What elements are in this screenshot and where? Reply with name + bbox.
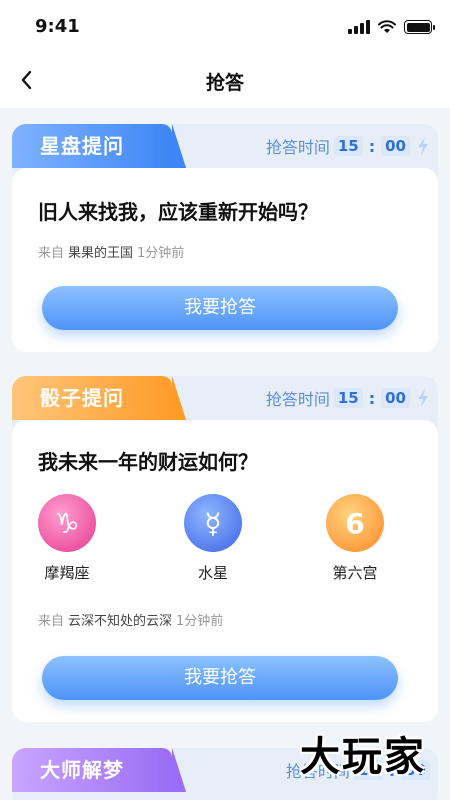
question-source: 来自 云深不知处的云深 1分钟前 — [38, 610, 223, 629]
timer-label: 抢答时间 — [265, 138, 330, 157]
question-source: 来自 果果的王国 1分钟前 — [38, 242, 184, 261]
timer-label: 抢答时间 — [265, 390, 330, 409]
lightning-icon — [418, 137, 428, 155]
card-tag: 星盘提问 — [12, 124, 186, 168]
countdown-timer: 抢答时间 15 : 00 — [266, 386, 430, 410]
timer-seconds: 00 — [381, 388, 410, 408]
battery-icon — [404, 20, 435, 34]
from-label: 来自 — [38, 614, 65, 629]
grab-answer-button[interactable]: 我要抢答 — [42, 286, 398, 330]
grab-answer-button[interactable]: 我要抢答 — [42, 656, 398, 700]
symbol-capricorn: ♑ 摩羯座 — [12, 494, 122, 583]
card-body: 旧人来找我，应该重新开始吗？ 来自 果果的王国 1分钟前 我要抢答 — [12, 168, 438, 352]
lightning-icon — [418, 389, 428, 407]
signal-icon — [348, 20, 370, 34]
from-user[interactable]: 云深不知处的云深 — [68, 614, 172, 629]
page-title: 抢答 — [205, 72, 244, 94]
symbol-mercury: ☿ 水星 — [158, 494, 268, 583]
nav-bar: 抢答 — [0, 52, 450, 108]
question-text: 旧人来找我，应该重新开始吗？ — [38, 200, 318, 224]
tag-wedge — [172, 376, 186, 420]
timer-separator: : — [368, 388, 376, 408]
tag-wedge — [172, 124, 186, 168]
tag-wedge — [172, 748, 186, 792]
mercury-icon: ☿ — [184, 494, 242, 552]
status-time: 9:41 — [35, 16, 80, 37]
capricorn-icon: ♑ — [38, 494, 96, 552]
question-text: 我未来一年的财运如何？ — [38, 450, 258, 474]
countdown-timer: 抢答时间 15 : 00 — [266, 134, 430, 158]
symbol-label: 摩羯座 — [44, 564, 90, 582]
symbol-label: 第六宫 — [332, 564, 378, 582]
from-label: 来自 — [38, 246, 65, 261]
card-tag: 大师解梦 — [12, 748, 186, 792]
question-card: 星盘提问 抢答时间 15 : 00 旧人来找我，应该重新开始吗？ 来自 果果的王国… — [12, 124, 438, 352]
sixth-house-icon: 6 — [326, 494, 384, 552]
symbol-label: 水星 — [197, 564, 228, 582]
card-body: 我未来一年的财运如何？ ♑ 摩羯座 ☿ 水星 6 第六宫 来自 云深不知处的云深 1… — [12, 420, 438, 722]
symbol-sixth-house: 6 第六宫 — [300, 494, 410, 583]
dice-result: ♑ 摩羯座 ☿ 水星 6 第六宫 — [12, 494, 438, 594]
from-user[interactable]: 果果的王国 — [68, 246, 133, 261]
timer-seconds: 00 — [381, 136, 410, 156]
status-bar: 9:41 — [0, 0, 450, 52]
timer-minutes: 15 — [333, 136, 363, 156]
status-icons — [348, 20, 435, 34]
from-time: 1分钟前 — [137, 246, 185, 261]
wifi-icon — [378, 20, 396, 33]
timer-minutes: 15 — [333, 388, 363, 408]
from-time: 1分钟前 — [176, 614, 224, 629]
card-tag: 骰子提问 — [12, 376, 186, 420]
question-card: 骰子提问 抢答时间 15 : 00 我未来一年的财运如何？ ♑ 摩羯座 ☿ 水星… — [12, 376, 438, 722]
timer-separator: : — [368, 136, 376, 156]
watermark-logo: 大玩家 — [300, 734, 426, 780]
